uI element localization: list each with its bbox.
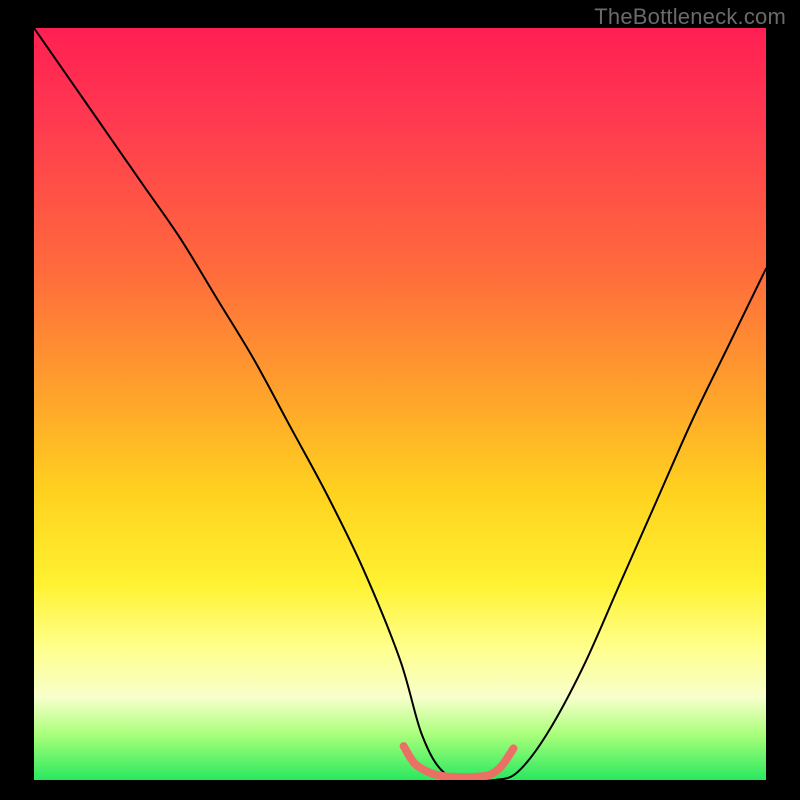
watermark-text: TheBottleneck.com (594, 4, 786, 30)
chart-overlay (34, 28, 766, 780)
curve-black (34, 28, 766, 780)
bottom-band-red (404, 746, 514, 777)
chart-frame: TheBottleneck.com (0, 0, 800, 800)
plot-area (34, 28, 766, 780)
